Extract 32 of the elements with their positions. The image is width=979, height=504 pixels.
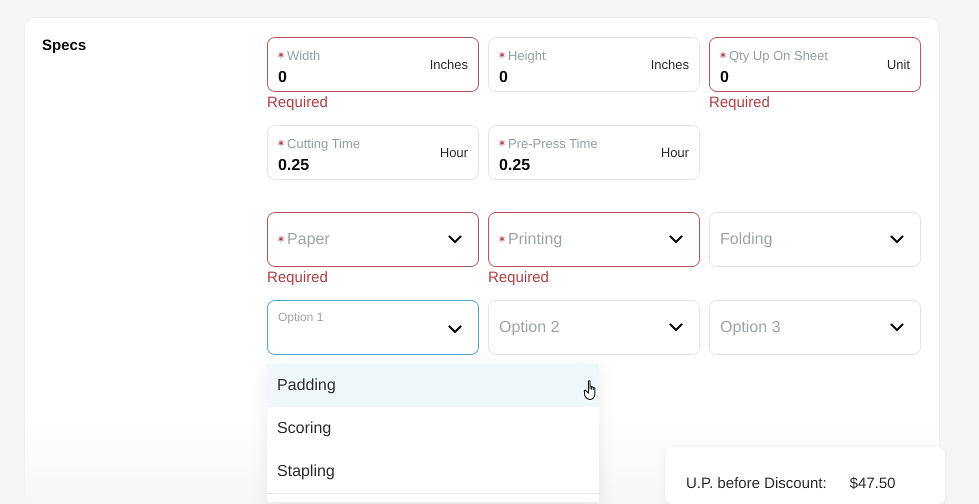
field-label: Pre-Press Time [508, 136, 598, 150]
input-field[interactable]: Cutting Time 0.25 Hour [267, 125, 479, 180]
field-label: Option 2 [499, 318, 560, 336]
input-field[interactable]: Height 0 Inches [488, 37, 700, 92]
error-message: Required [709, 93, 771, 113]
error-message: Required [488, 268, 550, 288]
field-label: Cutting Time [287, 136, 360, 150]
menu-option[interactable]: Scoring [267, 407, 599, 450]
input-field[interactable]: Pre-Press Time 0.25 Hour [488, 125, 700, 180]
field-label: Height [508, 48, 546, 62]
chevron-down-icon [890, 235, 904, 244]
field-label: Folding [720, 230, 772, 248]
section-title: Specs [42, 37, 86, 54]
field-label: Paper [287, 230, 330, 248]
chevron-down-icon [669, 235, 683, 244]
error-message: Required [267, 268, 329, 288]
chevron-down-icon [890, 323, 904, 332]
menu-option[interactable]: Stapling [267, 450, 599, 493]
chevron-down-icon [448, 324, 462, 334]
input-field[interactable]: Width 0 Inches [267, 37, 479, 92]
menu-option[interactable]: Padding [267, 364, 599, 407]
field-label: Qty Up On Sheet [729, 48, 828, 62]
chevron-down-icon [669, 323, 683, 332]
chevron-down-icon [448, 235, 462, 244]
field-label: Width [287, 48, 320, 62]
input-field[interactable]: Qty Up On Sheet 0 Unit [709, 37, 921, 92]
field-label: Printing [508, 230, 562, 248]
summary-label: U.P. before Discount: [686, 475, 827, 493]
field-label: Option 3 [720, 318, 780, 336]
summary-value: $47.50 [850, 475, 896, 493]
field-label: Option 1 [278, 310, 324, 324]
error-message: Required [267, 93, 329, 113]
